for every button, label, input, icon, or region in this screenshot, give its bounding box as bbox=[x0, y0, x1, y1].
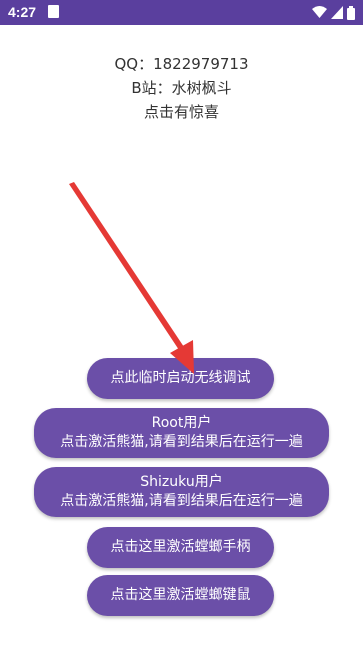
root-activate-button[interactable]: Root用户 点击激活熊猫,请看到结果后在运行一遍 bbox=[34, 408, 329, 458]
wireless-debug-button[interactable]: 点此临时启动无线调试 bbox=[87, 358, 274, 399]
info-block: QQ：1822979713 B站：水树枫斗 点击有惊喜 bbox=[0, 52, 363, 124]
root-desc-label: 点击激活熊猫,请看到结果后在运行一遍 bbox=[60, 434, 303, 450]
surprise-hint-link[interactable]: 点击有惊喜 bbox=[0, 100, 363, 124]
keyboard-mouse-label: 点击这里激活螳螂键鼠 bbox=[110, 587, 251, 603]
shizuku-activate-button[interactable]: Shizuku用户 点击激活熊猫,请看到结果后在运行一遍 bbox=[34, 467, 329, 517]
wifi-icon bbox=[312, 6, 327, 18]
shizuku-desc-label: 点击激活熊猫,请看到结果后在运行一遍 bbox=[60, 493, 303, 509]
qq-number-text: QQ：1822979713 bbox=[114, 55, 249, 73]
root-title-label: Root用户 bbox=[151, 415, 212, 431]
wireless-debug-label: 点此临时启动无线调试 bbox=[110, 370, 251, 386]
shizuku-title-label: Shizuku用户 bbox=[140, 474, 223, 490]
status-time: 4:27 bbox=[8, 4, 37, 20]
notification-square-icon bbox=[48, 5, 59, 18]
keyboard-mouse-activate-button[interactable]: 点击这里激活螳螂键鼠 bbox=[87, 575, 274, 616]
bilibili-account-text: B站：水树枫斗 bbox=[131, 79, 232, 97]
gamepad-activate-button[interactable]: 点击这里激活螳螂手柄 bbox=[87, 527, 274, 568]
battery-icon bbox=[347, 5, 355, 20]
gamepad-label: 点击这里激活螳螂手柄 bbox=[110, 539, 251, 555]
status-bar: 4:27 bbox=[0, 0, 363, 25]
status-icons bbox=[312, 5, 355, 20]
signal-icon bbox=[331, 6, 343, 19]
